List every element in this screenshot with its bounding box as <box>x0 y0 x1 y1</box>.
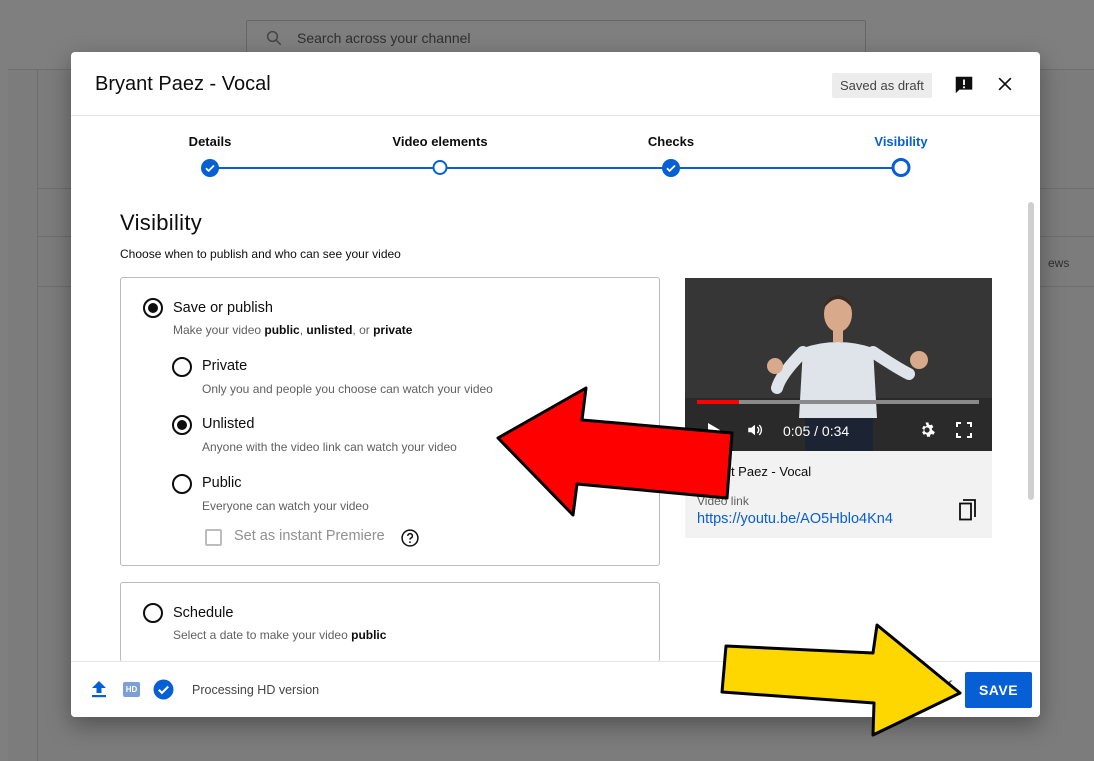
step-video-elements-dot[interactable] <box>432 160 448 175</box>
instant-premiere-checkbox[interactable] <box>205 529 222 546</box>
step-visibility[interactable]: Visibility <box>874 134 927 149</box>
step-details[interactable]: Details <box>189 134 232 149</box>
upload-stepper: Details Video elements Checks Visibility <box>71 116 1024 192</box>
close-icon[interactable] <box>995 74 1015 94</box>
video-preview-card: 0:05 / 0:34 Bryant Paez - Vocal Video li… <box>685 278 992 538</box>
gear-icon[interactable] <box>918 421 936 439</box>
unlisted-desc: Anyone with the video link can watch you… <box>202 440 457 454</box>
video-name: Bryant Paez - Vocal <box>697 464 812 479</box>
unlisted-label: Unlisted <box>202 416 255 432</box>
help-icon[interactable] <box>400 528 420 548</box>
save-button[interactable]: SAVE <box>965 672 1032 708</box>
check-circle-icon <box>153 679 174 700</box>
dialog-footer: HD Processing HD version BACK SAVE <box>71 661 1040 717</box>
hd-icon: HD <box>123 682 140 697</box>
schedule-card: Schedule Select a date to make your vide… <box>120 582 660 662</box>
public-radio[interactable] <box>172 474 192 494</box>
public-desc: Everyone can watch your video <box>202 499 369 513</box>
private-label: Private <box>202 358 248 374</box>
stepper-line <box>210 167 902 169</box>
back-button[interactable]: BACK <box>911 677 953 693</box>
private-radio[interactable] <box>172 357 192 377</box>
public-label: Public <box>202 475 242 491</box>
schedule-radio[interactable] <box>143 603 163 623</box>
step-checks[interactable]: Checks <box>648 134 694 149</box>
dialog-title: Bryant Paez - Vocal <box>95 73 271 95</box>
dialog-header: Bryant Paez - Vocal Saved as draft <box>71 52 1040 116</box>
draft-status-badge: Saved as draft <box>832 73 932 98</box>
upload-icon <box>92 681 106 698</box>
video-progress-fill <box>697 400 740 404</box>
fullscreen-icon[interactable] <box>956 422 972 438</box>
schedule-desc: Select a date to make your video public <box>173 628 387 642</box>
video-link-label: Video link <box>697 494 749 508</box>
save-or-publish-card: Save or publish Make your video public, … <box>120 277 660 566</box>
feedback-icon[interactable] <box>953 74 975 96</box>
copy-icon[interactable] <box>957 498 979 522</box>
step-visibility-dot[interactable] <box>891 158 911 177</box>
visibility-title: Visibility <box>120 210 203 235</box>
save-or-publish-radio[interactable] <box>143 298 163 318</box>
visibility-subtitle: Choose when to publish and who can see y… <box>120 247 401 261</box>
unlisted-radio[interactable] <box>172 415 192 435</box>
video-time: 0:05 / 0:34 <box>783 423 850 439</box>
video-player[interactable]: 0:05 / 0:34 <box>685 278 992 451</box>
step-video-elements[interactable]: Video elements <box>392 134 487 149</box>
processing-status: Processing HD version <box>192 683 320 697</box>
step-checks-check-icon[interactable] <box>662 159 680 177</box>
save-or-publish-label: Save or publish <box>173 300 273 316</box>
save-or-publish-desc: Make your video public, unlisted, or pri… <box>173 323 413 337</box>
dialog-scrollbar[interactable] <box>1028 202 1034 500</box>
instant-premiere-label: Set as instant Premiere <box>234 528 385 544</box>
upload-dialog: Bryant Paez - Vocal Saved as draft Detai… <box>71 52 1040 717</box>
video-progress-bar[interactable] <box>697 400 979 404</box>
video-link-url[interactable]: https://youtu.be/AO5Hblo4Kn4 <box>697 511 893 527</box>
private-desc: Only you and people you choose can watch… <box>202 382 493 396</box>
schedule-label: Schedule <box>173 605 234 621</box>
volume-icon[interactable] <box>745 421 765 439</box>
step-details-check-icon[interactable] <box>201 159 219 177</box>
play-icon[interactable] <box>707 422 721 438</box>
